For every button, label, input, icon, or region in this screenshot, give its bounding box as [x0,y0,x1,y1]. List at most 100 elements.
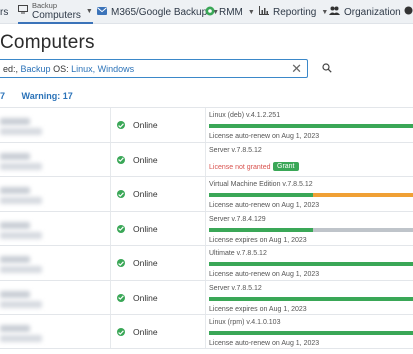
status-cell: Online [117,120,158,130]
table-row[interactable]: Online Server v.7.8.5.12 License not gra… [0,141,413,176]
computers-table: Online Linux (deb) v.4.1.2.251 License a… [0,107,413,349]
check-circle-icon [117,259,125,267]
computer-subtitle-redacted [0,335,42,342]
check-circle-icon [117,155,125,164]
status-cell: Online [117,224,158,234]
license-expiry: License expires on Aug 1, 2023 [209,236,307,244]
status-cell: Online [117,293,158,303]
nav-rmm-label: RMM [219,6,243,18]
computer-name-redacted [0,325,30,332]
computer-subtitle-redacted [0,128,42,135]
column-divider [110,280,111,314]
warning-summary[interactable]: Warning: 17 [22,91,73,101]
table-row[interactable]: Online Virtual Machine Edition v.7.8.5.1… [0,176,413,211]
license-bar-green-segment [209,296,413,301]
check-circle-icon [117,121,125,129]
table-row[interactable]: Online Linux (rpm) v.4.1.0.103 License a… [0,314,413,349]
search-button[interactable] [318,60,336,77]
license-bar-orange-segment [313,193,413,197]
nav-organization[interactable]: Organization ▼ [329,0,413,24]
column-divider [205,211,206,245]
license-bar-green-segment [209,193,313,197]
nav-rmm[interactable]: RMM ▼ [205,0,255,24]
computer-name-redacted [0,118,30,125]
license-cell: Virtual Machine Edition v.7.8.5.12 Licen… [209,177,413,211]
nav-computers-label: Computers [32,10,81,21]
license-bar-gray-segment [313,227,413,232]
license-usage-bar [209,193,413,197]
license-cell: Linux (deb) v.4.1.2.251 License auto-ren… [209,108,413,142]
computer-name-redacted [0,256,30,263]
nav-m365-label: M365/Google Backup [111,6,208,18]
column-divider [110,177,111,211]
table-row[interactable]: Online Server v.7.8.4.129 License expire… [0,210,413,246]
license-usage-bar [209,262,413,266]
chevron-down-icon: ▼ [321,8,329,16]
license-expiry: License auto-renew on Aug 1, 2023 [209,271,320,278]
nav-reporting[interactable]: Reporting ▼ [259,0,328,24]
search-input[interactable]: ed:, Backup OS: Linux, Windows ✕ [0,59,308,78]
computer-subtitle-redacted [0,231,42,239]
computer-name-redacted [0,221,30,229]
column-divider [205,177,206,211]
product-version: Virtual Machine Edition v.7.8.5.12 [209,181,313,188]
settings-icon [404,6,413,18]
nav-overflow[interactable] [404,0,413,24]
top-navigation: rs Backup Computers ▼ M365/Google Backup… [0,0,413,24]
warning-label: Warning: [21,91,61,101]
computer-name-redacted [0,290,30,298]
clear-icon[interactable]: ✕ [291,61,302,77]
status-cell: Online [117,189,158,199]
rmm-gear-icon [205,6,215,19]
search-filter-backup: Backup [20,63,51,74]
license-usage-bar [209,296,413,301]
product-version: Ultimate v.7.8.5.12 [209,250,267,257]
status-cell: Online [117,155,158,165]
product-version: Linux (rpm) v.4.1.0.103 [209,319,281,326]
column-divider [205,246,206,280]
summary-count[interactable]: 7 [0,91,5,101]
license-expiry: License auto-renew on Aug 1, 2023 [209,340,320,347]
nav-m365-google-backup[interactable]: M365/Google Backup ▼ [97,0,219,24]
column-divider [205,315,206,348]
warning-count: 17 [62,91,73,101]
license-expiry: License expires on Aug 1, 2023 [209,305,307,313]
license-usage-bar [209,331,413,335]
nav-backup-computers[interactable]: Backup Computers ▼ [18,0,93,24]
table-row[interactable]: Online Ultimate v.7.8.5.12 License auto-… [0,245,413,280]
nav-item-partial[interactable]: rs [0,0,8,24]
computer-subtitle-redacted [0,300,42,308]
search-filter-os-label: OS: [53,63,69,74]
license-usage-bar [209,124,413,128]
nav-organization-label: Organization [344,6,401,18]
chevron-down-icon: ▼ [247,8,255,16]
column-divider [110,211,111,245]
table-row[interactable]: Online Server v.7.8.5.12 License expires… [0,279,413,314]
check-circle-icon [117,293,125,302]
status-cell: Online [117,327,158,337]
product-version: Linux (deb) v.4.1.2.251 [209,112,281,119]
check-circle-icon [117,328,125,336]
license-usage-bar [209,227,413,232]
license-expiry: License auto-renew on Aug 1, 2023 [209,202,320,209]
license-expiry: License auto-renew on Aug 1, 2023 [209,133,320,140]
computer-name-redacted [0,187,30,194]
status-cell: Online [117,258,158,268]
search-icon [322,60,332,78]
computer-subtitle-redacted [0,266,42,273]
bar-chart-icon [259,6,269,18]
column-divider [110,142,111,176]
search-filter-prefix: ed:, [3,63,19,74]
status-text: Online [133,327,158,337]
computer-subtitle-redacted [0,197,42,204]
grant-button[interactable]: Grant [273,161,299,171]
nav-item-partial-label: rs [0,6,9,18]
column-divider [110,315,111,348]
check-circle-icon [117,190,125,198]
table-row[interactable]: Online Linux (deb) v.4.1.2.251 License a… [0,107,413,142]
license-cell: Server v.7.8.4.129 License expires on Au… [209,212,413,246]
license-cell: Linux (rpm) v.4.1.0.103 License auto-ren… [209,315,413,348]
column-divider [205,142,206,176]
column-divider [205,280,206,314]
users-icon [329,6,340,18]
